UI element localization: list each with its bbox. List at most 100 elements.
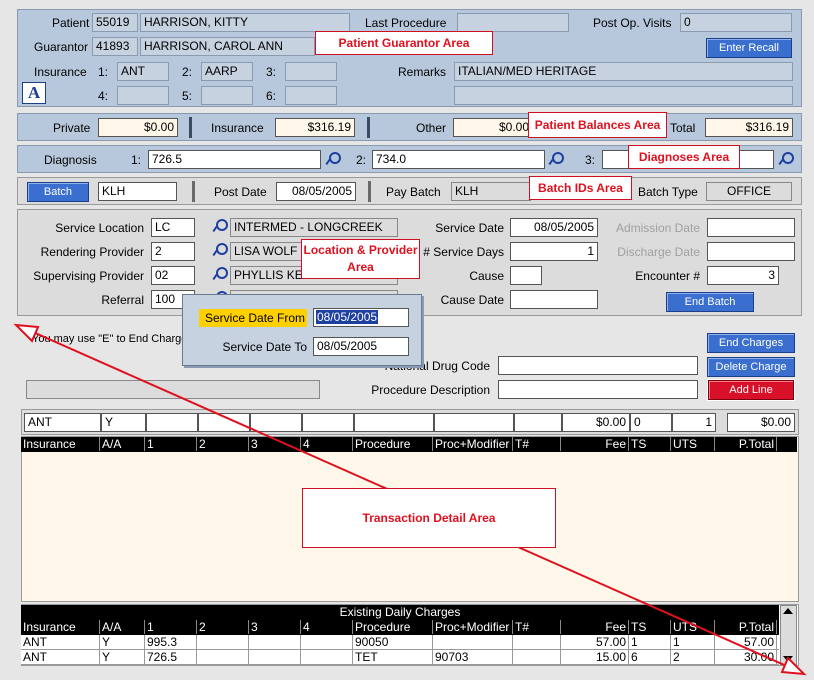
rendering-provider-label: Rendering Provider	[40, 245, 144, 259]
entry-diag-4[interactable]	[302, 413, 354, 432]
encounter-field[interactable]: 3	[707, 266, 779, 285]
other-label: Other	[416, 121, 447, 135]
cause-date-field[interactable]	[510, 290, 598, 309]
search-icon[interactable]	[549, 152, 564, 166]
service-date-from-field[interactable]: 08/05/2005	[313, 308, 409, 327]
last-procedure-field[interactable]	[457, 13, 569, 32]
search-icon[interactable]	[326, 152, 341, 166]
add-line-button[interactable]: Add Line	[708, 380, 794, 400]
ins-num-2: 2:	[182, 65, 193, 79]
cell-ts: 1	[629, 635, 671, 650]
cell-proc-modifier	[433, 635, 513, 650]
end-charges-button[interactable]: End Charges	[707, 333, 795, 353]
end-batch-button[interactable]: End Batch	[666, 292, 754, 312]
batch-type-field[interactable]: OFFICE	[706, 182, 792, 201]
col-aa: A/A	[100, 620, 145, 634]
patient-balances-panel: Private $0.00 Insurance $316.19 Other $0…	[17, 113, 802, 141]
existing-charge-row[interactable]: ANT Y 995.3 90050 57.00 1 1 57.00	[21, 635, 779, 650]
scrollbar[interactable]	[780, 605, 797, 665]
entry-aa[interactable]: Y	[101, 413, 146, 432]
proc-desc-field[interactable]	[498, 380, 698, 399]
batch-type-label: Batch Type	[638, 185, 698, 199]
cell-t-num	[513, 635, 561, 650]
delete-charge-button[interactable]: Delete Charge	[707, 357, 795, 377]
guarantor-id-field[interactable]: 41893	[92, 37, 138, 56]
remarks-field[interactable]: ITALIAN/MED HERITAGE	[454, 62, 793, 81]
referral-label: Referral	[101, 293, 144, 307]
insurance-2-field[interactable]: AARP	[201, 62, 253, 81]
discharge-date-label: Discharge Date	[617, 245, 700, 259]
insurance-3-field[interactable]	[285, 62, 337, 81]
col-ptotal: P.Total	[715, 437, 777, 451]
post-op-label: Post Op. Visits	[593, 16, 672, 30]
service-date-to-field[interactable]: 08/05/2005	[313, 337, 409, 356]
charge-entry-row: ANT Y $0.00 0 1 $0.00	[21, 409, 799, 435]
cause-field[interactable]	[510, 266, 542, 285]
col-uts: UTS	[671, 437, 715, 451]
entry-uts[interactable]: 1	[672, 413, 716, 432]
diagnosis-2-field[interactable]: 734.0	[372, 150, 545, 169]
post-date-label: Post Date	[214, 185, 267, 199]
search-icon[interactable]	[213, 243, 228, 257]
cell-fee: 15.00	[561, 650, 629, 665]
ins-num-5: 5:	[182, 89, 193, 103]
remarks-field-2[interactable]	[454, 86, 793, 105]
entry-ts[interactable]: 0	[630, 413, 672, 432]
diagnosis-1-field[interactable]: 726.5	[148, 150, 321, 169]
batch-button[interactable]: Batch	[27, 182, 89, 202]
insurance-5-field[interactable]	[201, 86, 253, 105]
patient-id-field[interactable]: 55019	[92, 13, 138, 32]
col-t-num: T#	[513, 620, 561, 634]
insurance-4-field[interactable]	[117, 86, 169, 105]
scroll-up-icon[interactable]	[783, 608, 793, 614]
batch-field[interactable]: KLH	[98, 182, 177, 201]
ins-num-4: 4:	[98, 89, 109, 103]
cell-ts: 6	[629, 650, 671, 665]
col-fee: Fee	[561, 620, 629, 634]
entry-diag-3[interactable]	[250, 413, 302, 432]
entry-diag-2[interactable]	[198, 413, 250, 432]
col-aa: A/A	[100, 437, 145, 451]
service-location-field[interactable]: LC	[151, 218, 195, 237]
cell-procedure: 90050	[353, 635, 433, 650]
post-op-field[interactable]: 0	[680, 13, 792, 32]
rendering-provider-field[interactable]: 2	[151, 242, 195, 261]
col-1: 1	[145, 437, 197, 451]
entry-procedure[interactable]	[354, 413, 434, 432]
service-date-from-value: 08/05/2005	[316, 310, 379, 324]
scroll-down-icon[interactable]	[783, 656, 793, 662]
separator	[368, 181, 371, 202]
service-location-label: Service Location	[55, 221, 144, 235]
col-3: 3	[249, 620, 301, 634]
search-icon[interactable]	[213, 267, 228, 281]
admission-date-field[interactable]	[707, 218, 795, 237]
insurance-6-field[interactable]	[285, 86, 337, 105]
service-date-field[interactable]: 08/05/2005	[510, 218, 598, 237]
search-icon[interactable]	[213, 219, 228, 233]
entry-proc-modifier[interactable]	[434, 413, 514, 432]
discharge-date-field[interactable]	[707, 242, 795, 261]
enter-recall-button[interactable]: Enter Recall	[706, 38, 792, 58]
service-days-field[interactable]: 1	[510, 242, 598, 261]
ndc-field[interactable]	[498, 356, 698, 375]
pay-batch-field[interactable]: KLH	[451, 182, 531, 201]
patient-name-field[interactable]: HARRISON, KITTY	[140, 13, 350, 32]
entry-ptotal[interactable]: $0.00	[727, 413, 795, 432]
guarantor-name-field[interactable]: HARRISON, CAROL ANN	[140, 37, 315, 56]
font-size-icon[interactable]: A	[22, 82, 46, 104]
entry-diag-1[interactable]	[146, 413, 198, 432]
col-1: 1	[145, 620, 197, 634]
entry-t-num[interactable]	[514, 413, 562, 432]
pay-batch-label: Pay Batch	[386, 185, 441, 199]
post-date-field[interactable]: 08/05/2005	[276, 182, 356, 201]
insurance-1-field[interactable]: ANT	[117, 62, 169, 81]
search-icon[interactable]	[779, 152, 794, 166]
entry-fee[interactable]: $0.00	[562, 413, 630, 432]
existing-charge-row[interactable]: ANT Y 726.5 TET 90703 15.00 6 2 30.00	[21, 650, 779, 665]
entry-insurance[interactable]: ANT	[24, 413, 101, 432]
col-3: 3	[249, 437, 301, 451]
service-date-to-label: Service Date To	[222, 340, 308, 354]
supervising-provider-field[interactable]: 02	[151, 266, 195, 285]
cell-uts: 2	[671, 650, 715, 665]
cell-t-num	[513, 650, 561, 665]
